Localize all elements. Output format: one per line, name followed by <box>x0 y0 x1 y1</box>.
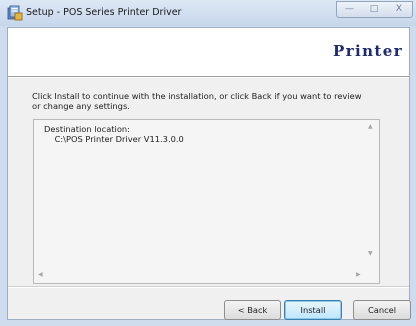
memo-content: Destination location: C:\POS Printer Dri… <box>44 124 184 144</box>
title-bar[interactable]: Setup - POS Series Printer Driver — □ X <box>0 0 416 26</box>
setup-app-icon <box>7 5 23 21</box>
footer-divider <box>8 286 409 288</box>
destination-label: Destination location: <box>44 124 130 134</box>
install-button[interactable]: Install <box>284 300 342 320</box>
scroll-down-icon[interactable]: ▼ <box>368 250 373 258</box>
close-button[interactable]: X <box>386 1 413 18</box>
header-divider <box>8 76 409 78</box>
minimize-icon: — <box>345 4 354 14</box>
window-title: Setup - POS Series Printer Driver <box>26 7 182 18</box>
maximize-button[interactable]: □ <box>362 1 387 18</box>
back-button[interactable]: < Back <box>224 300 281 320</box>
instruction-text: Click Install to continue with the insta… <box>32 91 362 111</box>
scroll-right-icon[interactable]: ▶ <box>356 271 361 279</box>
ready-memo-box[interactable]: Destination location: C:\POS Printer Dri… <box>33 119 380 284</box>
horizontal-scrollbar[interactable]: ◀ ▶ <box>34 267 379 283</box>
vertical-scrollbar[interactable]: ▲ ▼ <box>363 120 379 260</box>
printer-logo: Printer <box>333 42 403 60</box>
cancel-button[interactable]: Cancel <box>353 300 411 320</box>
scroll-up-icon[interactable]: ▲ <box>368 123 373 131</box>
wizard-client-area: Printer Click Install to continue with t… <box>7 27 411 320</box>
close-icon: X <box>395 4 403 14</box>
scroll-left-icon[interactable]: ◀ <box>38 271 43 279</box>
setup-window: Setup - POS Series Printer Driver — □ X … <box>0 0 416 326</box>
wizard-header: Printer <box>8 28 409 76</box>
minimize-button[interactable]: — <box>336 1 363 18</box>
destination-path: C:\POS Printer Driver V11.3.0.0 <box>54 134 184 144</box>
maximize-icon: □ <box>369 4 379 14</box>
